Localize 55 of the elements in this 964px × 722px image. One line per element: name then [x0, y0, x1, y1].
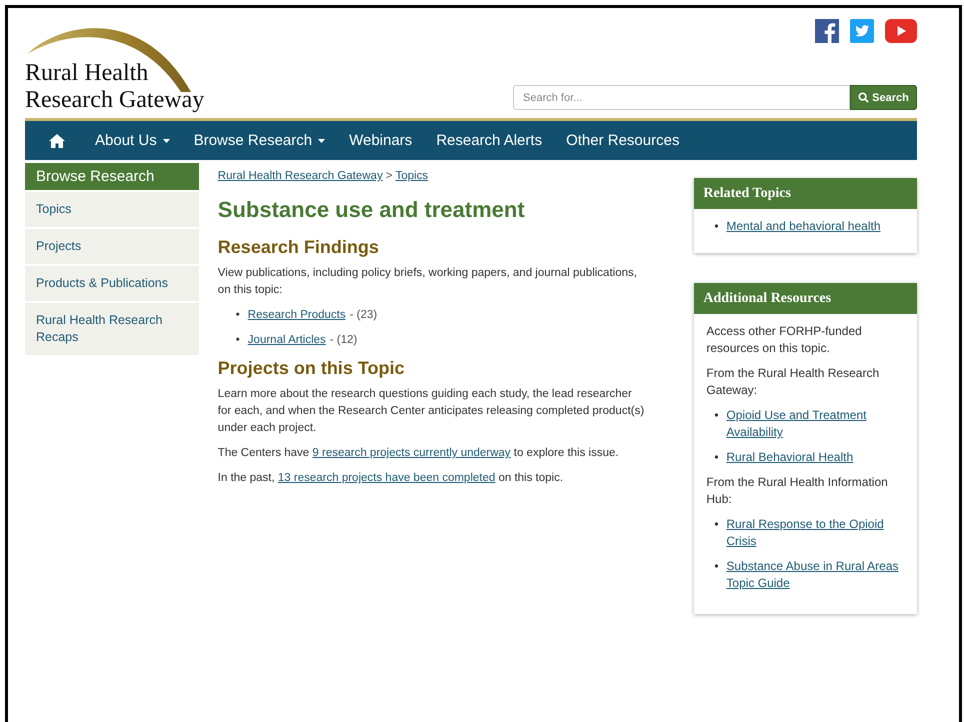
link[interactable]: Mental and behavioral health [726, 218, 880, 235]
paragraph: In the past, 13 research projects have been completed on this topic. [218, 471, 564, 486]
search-button[interactable]: Search [850, 85, 917, 110]
link[interactable]: Rural Behavioral Health [726, 449, 854, 466]
paragraph: The Centers have 9 research projects currently underway to explore this issue. [218, 446, 620, 461]
logo-text: Rural Health [25, 60, 150, 87]
bullet: • [236, 333, 241, 348]
link[interactable]: Research Products [248, 307, 346, 324]
breadcrumb-separator: > [386, 170, 392, 182]
caret-icon [318, 138, 326, 142]
link[interactable]: Opioid Use and Treatment Availability [726, 407, 905, 441]
card-title: Related Topics [694, 178, 917, 209]
site-logo[interactable]: Rural Health Research Gateway [25, 8, 225, 118]
count-text: - (12) [330, 333, 358, 348]
link[interactable]: 13 research projects have been completed [278, 472, 496, 484]
twitter-icon[interactable] [850, 19, 874, 43]
search-field[interactable]: Search for... [513, 85, 850, 110]
count-text: - (23) [350, 308, 378, 323]
bullet: • [714, 218, 720, 235]
caret-icon [162, 138, 170, 142]
section-heading: Research Findings [218, 236, 380, 258]
nav-link[interactable]: Research Alerts [424, 132, 554, 149]
link[interactable]: Rural Response to the Opioid Crisis [726, 516, 905, 550]
bullet: • [714, 449, 720, 466]
youtube-icon[interactable] [885, 19, 917, 43]
sidebar-item[interactable]: Rural Health Research Recaps [25, 301, 199, 355]
paragraph: From the Rural Health Research Gateway: [706, 365, 880, 399]
link[interactable]: Substance Abuse in Rural Areas Topic Guide [726, 558, 905, 592]
sidebar-title: Browse Research [25, 163, 199, 190]
section-heading: Projects on this Topic [218, 357, 406, 379]
nav-link[interactable]: Browse Research [182, 132, 338, 149]
logo-text: Research Gateway [25, 87, 206, 114]
breadcrumb-link[interactable]: Topics [395, 170, 428, 182]
bullet: • [714, 558, 720, 575]
nav-link[interactable]: Other Resources [554, 132, 692, 149]
bullet: • [714, 407, 720, 424]
paragraph: Learn more about the research questions guiding each study, the lead researcher for each, and when the Research Center anticipates releasing completed product(s) under each project. [218, 387, 646, 436]
home-icon[interactable] [49, 134, 65, 148]
sidebar-item[interactable]: Products & Publications [25, 264, 199, 301]
page-title: Substance use and treatment [218, 197, 526, 223]
bullet: • [714, 516, 720, 533]
nav-link[interactable]: Webinars [337, 132, 424, 149]
link[interactable]: 9 research projects currently underway [312, 447, 511, 459]
nav-link[interactable]: About Us [83, 132, 182, 149]
paragraph: View publications, including policy briefs, working papers, and journal publications, on this topic: [218, 266, 638, 298]
sidebar-item[interactable]: Projects [25, 227, 199, 264]
search-icon [858, 92, 870, 103]
bullet: • [236, 308, 241, 323]
paragraph: Access other FORHP-funded resources on this topic. [706, 323, 863, 357]
paragraph: From the Rural Health Information Hub: [706, 474, 889, 508]
card-title: Additional Resources [694, 283, 917, 314]
facebook-icon[interactable] [815, 19, 839, 43]
sidebar-item[interactable]: Topics [25, 190, 199, 227]
link[interactable]: Journal Articles [248, 332, 326, 349]
breadcrumb-link[interactable]: Rural Health Research Gateway [218, 170, 383, 182]
